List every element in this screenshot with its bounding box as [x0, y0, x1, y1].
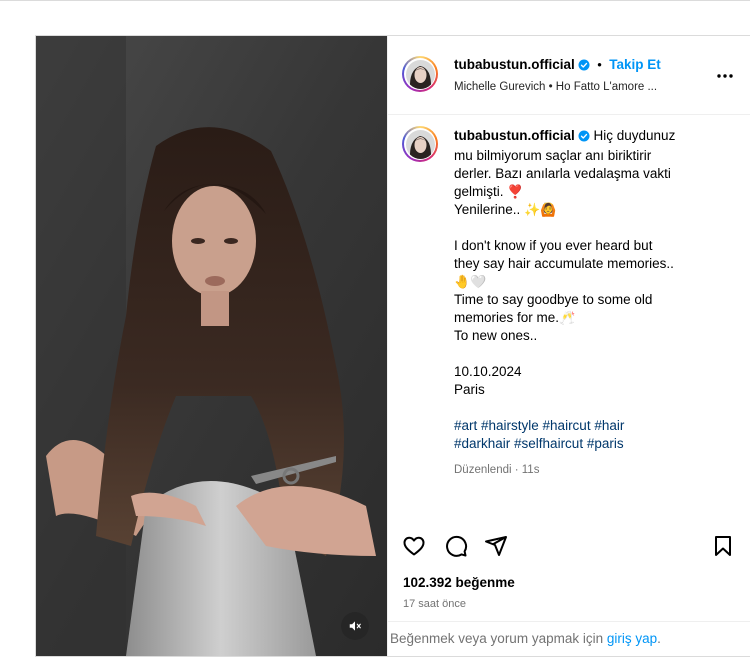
avatar-image	[405, 129, 435, 159]
speaker-muted-icon	[349, 621, 361, 631]
heart-exclamation-emoji: ❣️	[507, 184, 524, 199]
follow-button[interactable]: Takip Et	[609, 57, 661, 72]
top-divider	[0, 0, 750, 1]
like-count[interactable]: 102.392 beğenme	[403, 575, 515, 590]
caption-text: tubabustun.official Hiç duydunuz mu bilm…	[454, 127, 734, 479]
video-frame	[36, 36, 387, 656]
comment-icon	[446, 535, 468, 557]
cheers-emoji: 🥂	[559, 310, 576, 325]
caption-section: tubabustun.official Hiç duydunuz mu bilm…	[388, 115, 750, 553]
avatar-image	[405, 59, 435, 89]
separator-dot: •	[597, 57, 602, 72]
action-bar	[388, 526, 750, 566]
more-options-button[interactable]	[716, 66, 734, 84]
caption-line: To new ones..	[454, 328, 538, 343]
caption-line: gelmişti.	[454, 184, 504, 199]
caption-line: they say hair accumulate memories..	[454, 256, 674, 271]
author-avatar[interactable]	[402, 56, 438, 92]
caption-author-avatar[interactable]	[402, 126, 438, 162]
post-header: tubabustun.official • Takip Et Michelle …	[388, 36, 750, 115]
hashtags-line[interactable]: #art #hairstyle #haircut #hair	[454, 417, 734, 435]
caption-line: Hiç duydunuz	[593, 128, 676, 143]
caption-line: memories for me.	[454, 310, 560, 325]
caption-line: I don't know if you ever heard but	[454, 238, 653, 253]
sparkles-emoji: ✨🙆	[524, 202, 557, 217]
audio-track-link[interactable]: Michelle Gurevich • Ho Fatto L'amore ...	[454, 81, 657, 93]
comment-button[interactable]	[444, 534, 468, 563]
post-dialog: tubabustun.official • Takip Et Michelle …	[35, 35, 750, 657]
hashtags-line[interactable]: #darkhair #selfhaircut #paris	[454, 435, 734, 453]
caption-username[interactable]: tubabustun.official	[454, 128, 575, 143]
post-time[interactable]: 17 saat önce	[403, 598, 466, 610]
caption-line: Yenilerine..	[454, 202, 521, 217]
login-link[interactable]: giriş yap	[607, 631, 657, 646]
edited-timestamp: Düzenlendi · 11s	[454, 464, 540, 476]
login-prompt: Beğenmek veya yorum yapmak için giriş ya…	[388, 621, 750, 657]
login-prompt-end: .	[657, 631, 661, 646]
hand-heart-emoji: 🤚🤍	[454, 274, 487, 289]
save-button[interactable]	[712, 534, 734, 563]
post-video[interactable]	[36, 36, 387, 656]
author-username[interactable]: tubabustun.official	[454, 57, 575, 72]
caption-place: Paris	[454, 382, 485, 397]
caption-line: derler. Bazı anılarla vedalaşma vakti	[454, 166, 671, 181]
verified-badge-icon	[578, 129, 590, 147]
mute-toggle-button[interactable]	[341, 612, 369, 640]
verified-badge-icon	[578, 58, 590, 76]
like-button[interactable]	[402, 534, 426, 563]
post-side-panel: tubabustun.official • Takip Et Michelle …	[387, 36, 750, 656]
share-icon	[485, 536, 507, 556]
share-button[interactable]	[484, 534, 508, 563]
login-prompt-text: Beğenmek veya yorum yapmak için	[390, 631, 607, 646]
more-icon	[717, 74, 733, 78]
caption-date: 10.10.2024	[454, 364, 522, 379]
heart-icon	[403, 536, 425, 556]
caption-line: Time to say goodbye to some old	[454, 292, 653, 307]
caption-line: mu bilmiyorum saçlar anı biriktirir	[454, 148, 652, 163]
bookmark-icon	[715, 536, 731, 556]
